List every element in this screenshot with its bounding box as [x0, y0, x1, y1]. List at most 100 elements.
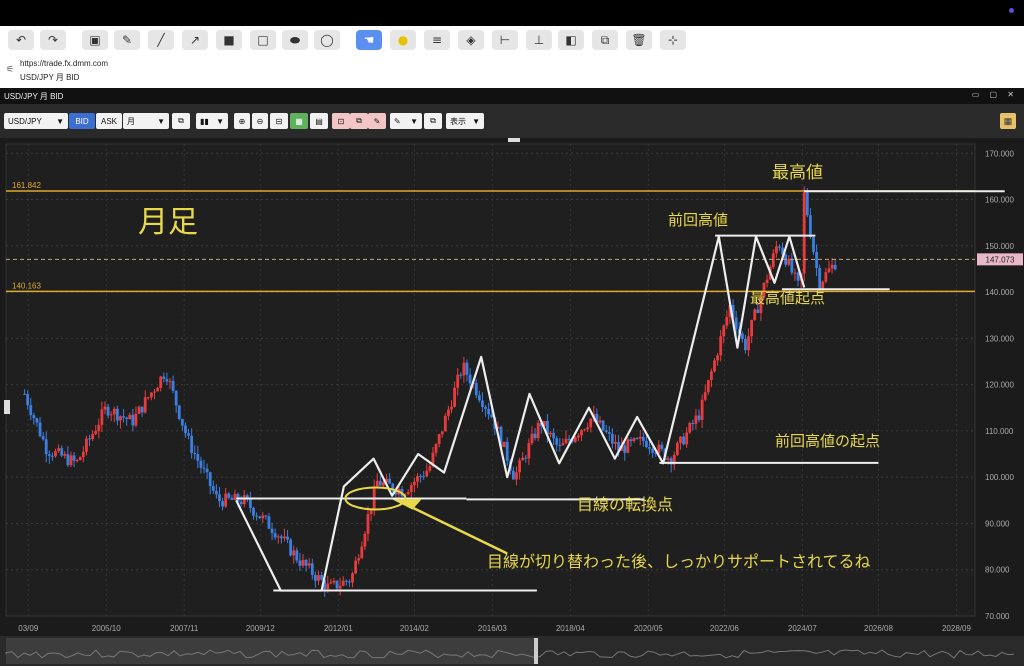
candle-body — [750, 319, 754, 337]
ellipse-button[interactable]: ◯ — [314, 30, 340, 50]
candle-body — [317, 575, 320, 581]
candle-body — [824, 272, 828, 282]
align-button[interactable]: ⊢ — [492, 30, 518, 50]
url-text[interactable]: https://trade.fx.dmm.com — [20, 59, 108, 68]
window-controls[interactable]: ▭ ▢ ✕ — [972, 90, 1018, 99]
candle-body — [230, 497, 234, 500]
zoom-in-button[interactable]: ⊕ — [234, 113, 250, 129]
candle-body — [809, 215, 812, 238]
y-tick-label: 140.000 — [985, 288, 1014, 297]
draw-tool-select[interactable]: ✎ ▼ — [390, 113, 422, 129]
candle-body — [301, 559, 305, 566]
minimap-grip[interactable] — [534, 638, 538, 664]
link-button[interactable]: ⧉ — [172, 113, 190, 129]
candle-body — [549, 432, 552, 435]
text-tool-button[interactable]: ▣ — [82, 30, 108, 50]
x-tick-label: 2007/11 — [170, 624, 199, 633]
ask-button[interactable]: ASK — [96, 113, 122, 129]
candle-body — [180, 418, 184, 426]
candle-body — [706, 380, 710, 393]
layout-grid-icon[interactable]: ▦ — [1000, 113, 1016, 129]
candle-body — [193, 452, 197, 454]
candle-body — [465, 362, 469, 375]
candle-body — [211, 486, 215, 491]
candle-body — [651, 448, 655, 453]
screenshot-button[interactable]: ⧉ — [424, 113, 442, 129]
delete-button[interactable]: 🗑 — [626, 30, 652, 50]
color-button[interactable]: ● — [390, 30, 416, 50]
grid-button[interactable]: ▦ — [290, 113, 308, 129]
left-scroll-handle — [4, 400, 10, 414]
candle-body — [635, 438, 639, 440]
period-select[interactable]: 月 ▼ — [123, 113, 169, 129]
candle-body — [112, 408, 116, 415]
candle-body — [502, 441, 506, 448]
window-icon: ▤ — [315, 116, 323, 126]
filled-ellipse-button[interactable]: ⬬ — [282, 30, 308, 50]
candle-body — [360, 546, 364, 559]
order-button-1[interactable]: ⊡ — [332, 113, 350, 129]
candle-body — [710, 371, 713, 381]
candle-body — [159, 376, 163, 389]
x-tick-label: 03/09 — [18, 624, 39, 633]
candle-body — [505, 441, 509, 461]
candle-body — [802, 192, 806, 274]
candle-body — [298, 560, 302, 566]
current-price-label: 147.073 — [986, 255, 1015, 264]
redo-button[interactable]: ↷ — [40, 30, 66, 50]
symbol-select[interactable]: USD/JPY ▼ — [4, 113, 68, 129]
minimap-window[interactable] — [6, 638, 536, 664]
candle-body — [351, 573, 354, 583]
candle-body — [177, 405, 181, 419]
candle-body — [41, 436, 45, 440]
candle-body — [515, 472, 518, 480]
candle-body — [511, 470, 515, 480]
camera-icon: ⧉ — [430, 116, 436, 125]
candle-body — [94, 431, 98, 434]
candle-body — [174, 390, 178, 406]
select-tool-button[interactable]: ☚ — [356, 30, 382, 50]
layers-button[interactable]: ◈ — [458, 30, 484, 50]
candle-body — [304, 559, 308, 566]
rect-button[interactable]: □ — [250, 30, 276, 50]
window-button[interactable]: ▤ — [310, 113, 328, 129]
line-tool-button[interactable]: ╱ — [148, 30, 174, 50]
candle-body — [227, 493, 231, 498]
candle-body — [47, 454, 51, 456]
candle-body — [412, 481, 416, 486]
display-menu[interactable]: 表示 ▼ — [446, 113, 484, 129]
candle-body — [168, 380, 172, 382]
candle-body — [697, 415, 701, 420]
pen-tool-button[interactable]: ✎ — [114, 30, 140, 50]
duplicate-button[interactable]: ⧉ — [592, 30, 618, 50]
filled-rect-button[interactable]: ■ — [216, 30, 242, 50]
order-button-3[interactable]: ✎ — [368, 113, 386, 129]
zoom-out-button[interactable]: ⊖ — [252, 113, 268, 129]
candle-body — [805, 192, 809, 216]
price-chart[interactable]: 70.000 80.000 90.000 100.000 110.000 120.000 1… — [0, 138, 1024, 636]
distribute-button[interactable]: ⊥ — [526, 30, 552, 50]
candle-body — [450, 406, 453, 410]
candle-body — [196, 453, 200, 461]
bring-front-button[interactable]: ◧ — [558, 30, 584, 50]
slider-minimap — [5, 638, 1015, 664]
fit-button[interactable]: ⊟ — [270, 113, 288, 129]
fit-icon: ⊟ — [275, 116, 283, 126]
crop-button[interactable]: ⊹ — [660, 30, 686, 50]
arrow-tool-button[interactable]: ↗ — [182, 30, 208, 50]
order-button-2[interactable]: ⧉ — [350, 113, 368, 129]
undo-button[interactable]: ↶ — [8, 30, 34, 50]
candle-body — [295, 550, 299, 561]
stroke-width-button[interactable]: ≡ — [424, 30, 450, 50]
support-note-label: 目線が切り替わった後、しっかりサポートされてるね — [487, 552, 871, 571]
candle-body — [224, 493, 228, 507]
bid-button[interactable]: BID — [69, 113, 95, 129]
candle-body — [666, 458, 670, 460]
time-range-slider[interactable] — [0, 636, 1024, 666]
candle-body — [756, 309, 760, 313]
candle-body — [258, 516, 262, 519]
candle-body — [459, 374, 463, 376]
candle-body — [632, 438, 636, 442]
x-tick-label: 2024/07 — [788, 624, 817, 633]
chart-type-select[interactable]: ▮▮ ▼ — [196, 113, 228, 129]
